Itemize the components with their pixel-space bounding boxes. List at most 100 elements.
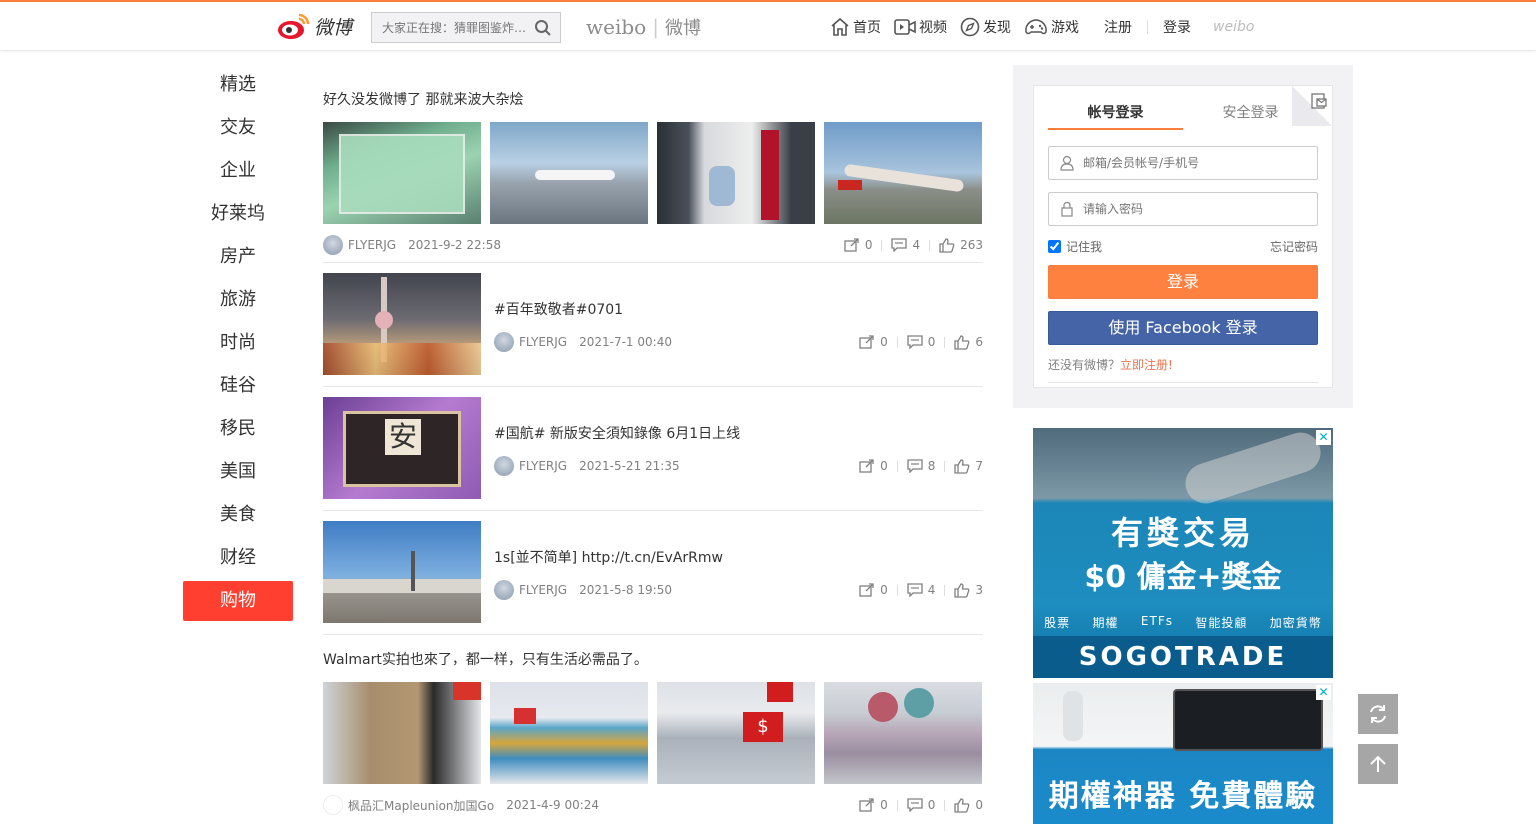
back-to-top-button[interactable]	[1358, 744, 1398, 784]
post-image[interactable]: $	[657, 682, 815, 784]
nav-game-label: 游戏	[1051, 20, 1079, 36]
category-item[interactable]: 房产	[183, 237, 293, 277]
comment-count: 8	[927, 459, 936, 473]
nav-home-label: 首页	[853, 20, 881, 36]
remember-checkbox[interactable]	[1048, 240, 1061, 253]
like-button[interactable]: 7	[954, 458, 983, 474]
post-image[interactable]	[490, 122, 648, 224]
post-image[interactable]	[824, 122, 982, 224]
forward-count: 0	[864, 238, 873, 252]
login-box: 帐号登录 安全登录 记住我 忘记密码 登录 使用 Facebook 登录 还没有…	[1033, 85, 1333, 388]
nav-discover[interactable]: 发现	[960, 17, 1011, 37]
like-button[interactable]: 6	[954, 334, 983, 350]
post-image[interactable]	[657, 122, 815, 224]
facebook-login-button[interactable]: 使用 Facebook 登录	[1048, 311, 1318, 345]
login-button[interactable]: 登录	[1048, 265, 1318, 299]
post-text[interactable]: #百年致敬者#0701	[494, 299, 983, 319]
like-button[interactable]: 0	[954, 797, 983, 813]
forward-button[interactable]: 0	[859, 583, 888, 597]
category-item[interactable]: 交友	[183, 108, 293, 148]
comment-button[interactable]: 4	[891, 238, 920, 252]
category-item-active[interactable]: 购物	[183, 581, 293, 621]
username-input[interactable]	[1083, 156, 1303, 170]
post-text[interactable]: #国航# 新版安全須知錄像 6月1日上线	[494, 423, 983, 443]
comment-icon	[907, 459, 923, 473]
refresh-button[interactable]	[1358, 694, 1398, 734]
action-divider	[896, 460, 898, 472]
register-link[interactable]: 注册	[1104, 17, 1132, 37]
post-actions: 0 0 0	[859, 797, 983, 813]
nav-video[interactable]: 视频	[894, 17, 947, 37]
post-author[interactable]: FLYERJG	[519, 459, 567, 473]
post-image[interactable]	[323, 122, 481, 224]
post-author[interactable]: 枫品汇Mapleunion加国Go	[348, 797, 494, 814]
avatar[interactable]	[494, 580, 514, 600]
category-item[interactable]: 好莱坞	[183, 194, 293, 234]
avatar[interactable]	[323, 235, 343, 255]
like-button[interactable]: 3	[954, 582, 983, 598]
forgot-password-link[interactable]: 忘记密码	[1270, 238, 1318, 255]
category-item[interactable]: 企业	[183, 151, 293, 191]
category-item[interactable]: 美食	[183, 495, 293, 535]
post-author[interactable]: FLYERJG	[348, 238, 396, 252]
password-input[interactable]	[1083, 202, 1303, 216]
forward-button[interactable]: 0	[844, 238, 873, 252]
login-link[interactable]: 登录	[1163, 17, 1191, 37]
tab-account-login[interactable]: 帐号登录	[1048, 102, 1183, 130]
avatar[interactable]	[323, 795, 343, 815]
comment-icon	[907, 798, 923, 812]
category-item[interactable]: 精选	[183, 65, 293, 105]
post-author[interactable]: FLYERJG	[519, 583, 567, 597]
category-item[interactable]: 美国	[183, 452, 293, 492]
forward-button[interactable]: 0	[859, 335, 888, 349]
nav-home[interactable]: 首页	[830, 17, 881, 37]
tab-secure-login[interactable]: 安全登录	[1183, 102, 1318, 130]
brand-chinese: 微博	[664, 18, 701, 39]
avatar[interactable]	[494, 456, 514, 476]
post-author[interactable]: FLYERJG	[519, 335, 567, 349]
post-image[interactable]	[323, 682, 481, 784]
post-text[interactable]: 1s[並不简单] http://t.cn/EvArRmw	[494, 547, 983, 567]
post-image[interactable]	[323, 521, 481, 623]
ad-hand-image	[1180, 428, 1326, 509]
forward-button[interactable]: 0	[859, 459, 888, 473]
register-now-link[interactable]: 立即注册!	[1120, 358, 1173, 372]
post-image[interactable]	[824, 682, 982, 784]
comment-button[interactable]: 0	[907, 335, 935, 349]
search-icon[interactable]	[534, 19, 552, 37]
forward-button[interactable]: 0	[859, 798, 888, 812]
advertisement-banner[interactable]: ✕ 期權神器 免費體驗	[1033, 683, 1333, 824]
category-item[interactable]: 财经	[183, 538, 293, 578]
brand-english: weibo	[586, 15, 647, 39]
weibo-logo[interactable]: 微博	[277, 10, 352, 42]
avatar[interactable]	[494, 332, 514, 352]
category-item[interactable]: 移民	[183, 409, 293, 449]
post-text[interactable]: 好久没发微博了 那就来波大杂烩	[323, 89, 983, 109]
feed: 好久没发微博了 那就来波大杂烩 FLYERJG 2021-9-2 22:58 0…	[323, 75, 983, 822]
post-image[interactable]: 安	[323, 397, 481, 499]
post-image[interactable]	[490, 682, 648, 784]
advertisement-banner[interactable]: ✕ 有獎交易 $0 傭金+獎金 股票 期權 ETFs 智能投顧 加密貨幣 SOG…	[1033, 428, 1333, 678]
forward-icon	[844, 238, 859, 252]
arrow-up-icon	[1370, 755, 1386, 772]
forward-count: 0	[880, 798, 888, 812]
login-footer-divider	[1048, 382, 1318, 383]
category-item[interactable]: 时尚	[183, 323, 293, 363]
category-item[interactable]: 旅游	[183, 280, 293, 320]
post-text[interactable]: Walmart实拍也來了，都一样，只有生活必需品了。	[323, 649, 983, 669]
comment-button[interactable]: 4	[907, 583, 935, 597]
post-image[interactable]	[323, 273, 481, 375]
ad-close-button[interactable]: ✕	[1316, 685, 1331, 700]
search-input[interactable]	[372, 13, 527, 42]
weibo-eye-icon	[278, 13, 310, 39]
comment-button[interactable]: 8	[907, 459, 936, 473]
category-item[interactable]: 硅谷	[183, 366, 293, 406]
action-divider	[929, 239, 931, 251]
comment-button[interactable]: 0	[907, 798, 935, 812]
ad-close-button[interactable]: ✕	[1316, 430, 1331, 445]
nav-game[interactable]: 游戏	[1024, 17, 1079, 37]
register-prompt: 还没有微博？立即注册!	[1048, 356, 1173, 373]
ad-category: 股票	[1044, 616, 1071, 630]
like-button[interactable]: 263	[939, 237, 983, 253]
main-nav: 首页 视频 发现 游戏 注册 登录 weibo	[830, 17, 1254, 37]
